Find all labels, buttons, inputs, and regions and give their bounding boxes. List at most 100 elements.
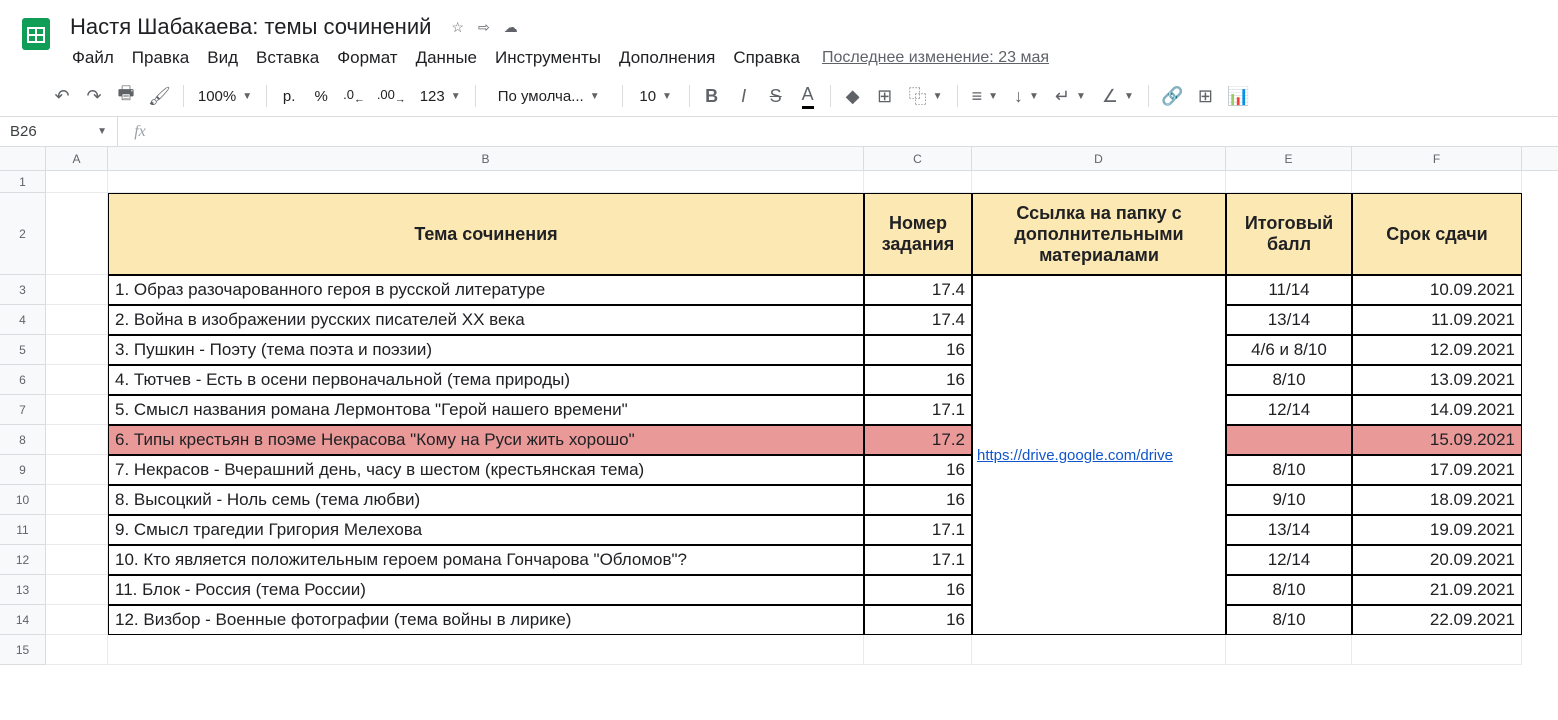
undo-button[interactable]: ↶ (48, 82, 76, 110)
cell[interactable] (1352, 635, 1522, 665)
name-box[interactable]: B26▼ (0, 117, 118, 146)
cell-topic[interactable]: 7. Некрасов - Вчерашний день, часу в шес… (108, 455, 864, 485)
move-icon[interactable]: ⇨ (478, 19, 490, 36)
decrease-decimal-button[interactable]: .0← (339, 82, 369, 110)
cell-date[interactable]: 22.09.2021 (1352, 605, 1522, 635)
cell-score[interactable]: 8/10 (1226, 605, 1352, 635)
cell[interactable] (1352, 171, 1522, 193)
cell-topic[interactable]: 4. Тютчев - Есть в осени первоначальной … (108, 365, 864, 395)
strikethrough-button[interactable]: S (762, 82, 790, 110)
cell-task-num[interactable]: 17.1 (864, 545, 972, 575)
borders-button[interactable]: ⊞ (871, 82, 899, 110)
menu-help[interactable]: Справка (725, 44, 808, 72)
cell-topic[interactable]: 2. Война в изображении русских писателей… (108, 305, 864, 335)
row-header[interactable]: 2 (0, 193, 45, 275)
format-percent-button[interactable]: % (307, 82, 335, 110)
redo-button[interactable]: ↷ (80, 82, 108, 110)
cell[interactable] (864, 171, 972, 193)
cell[interactable] (46, 425, 108, 455)
cell-date[interactable]: 14.09.2021 (1352, 395, 1522, 425)
insert-chart-button[interactable]: 📊 (1223, 82, 1253, 110)
zoom-dropdown[interactable]: 100%▼ (192, 82, 258, 110)
format-currency-button[interactable]: р. (275, 82, 303, 110)
cell-task-num[interactable]: 17.1 (864, 515, 972, 545)
row-header[interactable]: 1 (0, 171, 45, 193)
v-align-button[interactable]: ↓▼ (1008, 82, 1045, 110)
cell-score[interactable]: 13/14 (1226, 305, 1352, 335)
menu-addons[interactable]: Дополнения (611, 44, 723, 72)
cell[interactable] (108, 171, 864, 193)
cell-date[interactable]: 17.09.2021 (1352, 455, 1522, 485)
cell[interactable] (46, 193, 108, 275)
folder-link[interactable]: https://drive.google.com/drive (977, 447, 1173, 464)
insert-link-button[interactable]: 🔗 (1157, 82, 1187, 110)
cell-date[interactable]: 21.09.2021 (1352, 575, 1522, 605)
bold-button[interactable]: B (698, 82, 726, 110)
cell-topic[interactable]: 8. Высоцкий - Ноль семь (тема любви) (108, 485, 864, 515)
formula-input[interactable] (162, 117, 1558, 146)
cell[interactable] (1226, 171, 1352, 193)
font-dropdown[interactable]: По умолча...▼ (484, 82, 614, 110)
cell[interactable] (864, 635, 972, 665)
cell-score[interactable]: 4/6 и 8/10 (1226, 335, 1352, 365)
row-header[interactable]: 8 (0, 425, 45, 455)
cell[interactable] (46, 395, 108, 425)
menu-data[interactable]: Данные (408, 44, 485, 72)
cell-topic[interactable]: 9. Смысл трагедии Григория Мелехова (108, 515, 864, 545)
row-header[interactable]: 10 (0, 485, 45, 515)
cell[interactable] (46, 365, 108, 395)
h-align-button[interactable]: ≡▼ (966, 82, 1004, 110)
cell-task-num[interactable]: 17.2 (864, 425, 972, 455)
cell-task-num[interactable]: 16 (864, 605, 972, 635)
cell[interactable] (1226, 635, 1352, 665)
cell-date[interactable]: 12.09.2021 (1352, 335, 1522, 365)
merge-cells-button[interactable]: ⿻▼ (903, 82, 949, 110)
cell-task-num[interactable]: 17.1 (864, 395, 972, 425)
cell-score[interactable]: 8/10 (1226, 575, 1352, 605)
cell-date[interactable]: 10.09.2021 (1352, 275, 1522, 305)
header-task-num[interactable]: Номер задания (864, 193, 972, 275)
cell-topic[interactable]: 3. Пушкин - Поэту (тема поэта и поэзии) (108, 335, 864, 365)
row-header[interactable]: 5 (0, 335, 45, 365)
cell-topic[interactable]: 1. Образ разочарованного героя в русской… (108, 275, 864, 305)
col-header-B[interactable]: B (108, 147, 864, 170)
header-final-score[interactable]: Итоговый балл (1226, 193, 1352, 275)
col-header-E[interactable]: E (1226, 147, 1352, 170)
row-header[interactable]: 14 (0, 605, 45, 635)
select-all-corner[interactable] (0, 147, 46, 170)
header-folder-link[interactable]: Ссылка на папку с дополнительными матери… (972, 193, 1226, 275)
menu-edit[interactable]: Правка (124, 44, 197, 72)
star-icon[interactable]: ☆ (451, 19, 464, 36)
cell[interactable] (46, 335, 108, 365)
menu-tools[interactable]: Инструменты (487, 44, 609, 72)
last-edit-link[interactable]: Последнее изменение: 23 мая (822, 49, 1049, 67)
row-header[interactable]: 3 (0, 275, 45, 305)
cell-date[interactable]: 13.09.2021 (1352, 365, 1522, 395)
cell-topic[interactable]: 10. Кто является положительным героем ро… (108, 545, 864, 575)
fill-color-button[interactable]: ◆ (839, 82, 867, 110)
cell-task-num[interactable]: 16 (864, 485, 972, 515)
row-header[interactable]: 12 (0, 545, 45, 575)
cell-task-num[interactable]: 16 (864, 365, 972, 395)
menu-file[interactable]: Файл (64, 44, 122, 72)
cell[interactable] (46, 305, 108, 335)
number-format-dropdown[interactable]: 123▼ (414, 82, 467, 110)
increase-decimal-button[interactable]: .00→ (373, 82, 410, 110)
row-header[interactable]: 6 (0, 365, 45, 395)
row-header[interactable]: 4 (0, 305, 45, 335)
header-topic[interactable]: Тема сочинения (108, 193, 864, 275)
cell[interactable] (46, 275, 108, 305)
cell[interactable] (972, 171, 1226, 193)
cell-topic[interactable]: 5. Смысл названия романа Лермонтова "Гер… (108, 395, 864, 425)
cell-score[interactable]: 9/10 (1226, 485, 1352, 515)
row-header[interactable]: 13 (0, 575, 45, 605)
cell[interactable] (46, 171, 108, 193)
cell-topic[interactable]: 6. Типы крестьян в поэме Некрасова "Кому… (108, 425, 864, 455)
cell[interactable] (46, 605, 108, 635)
text-rotation-button[interactable]: ∠▼ (1096, 82, 1140, 110)
cell[interactable] (46, 485, 108, 515)
row-header[interactable]: 9 (0, 455, 45, 485)
header-deadline[interactable]: Срок сдачи (1352, 193, 1522, 275)
menu-insert[interactable]: Вставка (248, 44, 327, 72)
cell-task-num[interactable]: 17.4 (864, 305, 972, 335)
